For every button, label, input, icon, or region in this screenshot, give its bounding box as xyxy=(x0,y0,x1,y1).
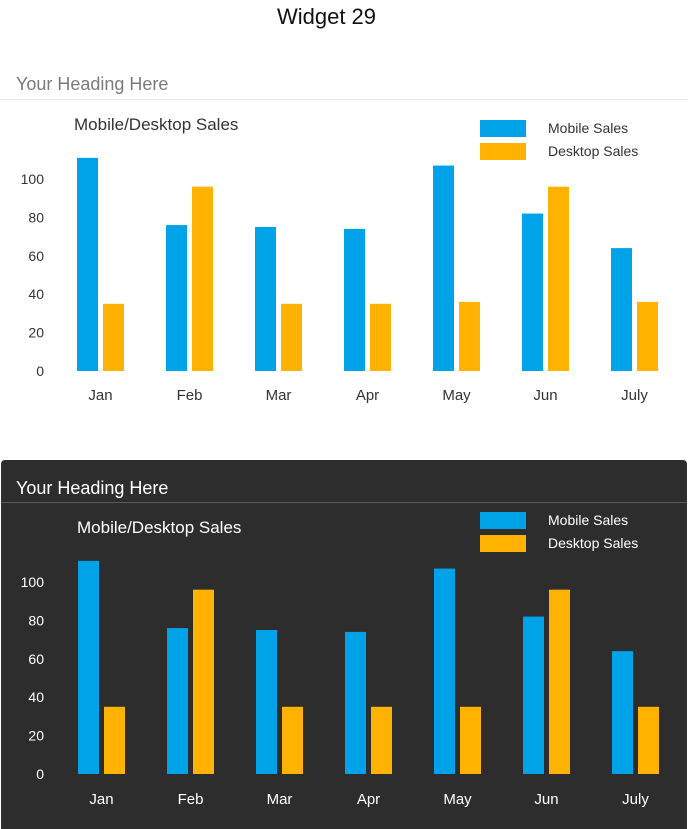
bar-mobile-jan[interactable] xyxy=(78,560,99,774)
x-category-label: Jan xyxy=(88,387,112,404)
x-category-label: Feb xyxy=(177,387,203,404)
x-category-label: Apr xyxy=(356,387,379,404)
y-tick-label: 100 xyxy=(21,574,45,590)
x-category-label: May xyxy=(443,791,472,808)
x-category-label: Jun xyxy=(534,791,558,808)
x-category-label: Apr xyxy=(357,791,380,808)
legend-swatch-desktop xyxy=(480,535,526,552)
sales-chart-dark: Mobile/Desktop Sales Mobile Sales Desktop … xyxy=(21,512,659,808)
y-tick-label: 40 xyxy=(28,689,44,705)
legend-label[interactable]: Mobile Sales xyxy=(548,120,628,136)
bar-mobile-july[interactable] xyxy=(612,651,633,774)
bar-mobile-apr[interactable] xyxy=(345,631,366,774)
bar-desktop-apr[interactable] xyxy=(371,706,392,774)
y-tick-label: 20 xyxy=(28,728,44,744)
bar-mobile-feb[interactable] xyxy=(167,628,188,774)
x-category-label: Feb xyxy=(178,791,204,808)
y-tick-label: 60 xyxy=(28,651,44,667)
legend-swatch-mobile xyxy=(480,120,526,137)
bar-desktop-may[interactable] xyxy=(459,301,480,371)
bar-desktop-july[interactable] xyxy=(637,301,658,371)
legend-label[interactable]: Desktop Sales xyxy=(548,535,638,551)
bar-mobile-mar[interactable] xyxy=(255,227,276,371)
bar-desktop-july[interactable] xyxy=(638,706,659,774)
chart-panel-dark: Your Heading Here Mobile/Desktop Sales Mo… xyxy=(1,460,687,829)
bar-desktop-jun[interactable] xyxy=(548,186,569,371)
x-category-label: May xyxy=(442,387,471,404)
x-category-label: Mar xyxy=(267,791,293,808)
page-title: Widget 29 xyxy=(276,4,377,29)
bar-desktop-feb[interactable] xyxy=(192,186,213,371)
y-tick-label: 80 xyxy=(28,612,44,628)
bar-desktop-jan[interactable] xyxy=(104,706,125,774)
bar-mobile-jan[interactable] xyxy=(77,157,98,371)
bar-desktop-jun[interactable] xyxy=(549,589,570,774)
x-category-label: Mar xyxy=(266,387,292,404)
x-category-label: July xyxy=(621,387,648,404)
bar-mobile-july[interactable] xyxy=(611,248,632,371)
bar-desktop-apr[interactable] xyxy=(370,303,391,371)
legend-label[interactable]: Desktop Sales xyxy=(548,143,638,159)
bar-desktop-may[interactable] xyxy=(460,706,481,774)
legend-label[interactable]: Mobile Sales xyxy=(548,512,628,528)
chart-panel-light: Your Heading Here Mobile/Desktop Sales Mo… xyxy=(0,62,688,442)
legend-swatch-mobile xyxy=(480,512,526,529)
x-category-label: Jan xyxy=(89,791,113,808)
y-tick-label: 20 xyxy=(28,325,44,341)
y-tick-label: 0 xyxy=(36,363,44,379)
x-category-label: July xyxy=(622,791,649,808)
bar-mobile-may[interactable] xyxy=(434,568,455,774)
bar-desktop-mar[interactable] xyxy=(281,303,302,371)
bar-mobile-may[interactable] xyxy=(433,165,454,371)
bar-mobile-jun[interactable] xyxy=(522,213,543,371)
bar-mobile-apr[interactable] xyxy=(344,228,365,371)
y-tick-label: 60 xyxy=(28,248,44,264)
y-tick-label: 40 xyxy=(28,286,44,302)
bar-mobile-mar[interactable] xyxy=(256,630,277,774)
sales-chart-light: Mobile/Desktop Sales Mobile Sales Desktop … xyxy=(21,115,658,404)
bar-mobile-jun[interactable] xyxy=(523,616,544,774)
chart-title: Mobile/Desktop Sales xyxy=(77,518,241,537)
y-tick-label: 100 xyxy=(21,171,45,187)
bar-mobile-feb[interactable] xyxy=(166,225,187,371)
x-category-label: Jun xyxy=(533,387,557,404)
y-tick-label: 80 xyxy=(28,209,44,225)
chart-title: Mobile/Desktop Sales xyxy=(74,115,238,134)
y-tick-label: 0 xyxy=(36,766,44,782)
legend-swatch-desktop xyxy=(480,143,526,160)
bar-desktop-mar[interactable] xyxy=(282,706,303,774)
bar-desktop-feb[interactable] xyxy=(193,589,214,774)
bar-desktop-jan[interactable] xyxy=(103,303,124,371)
